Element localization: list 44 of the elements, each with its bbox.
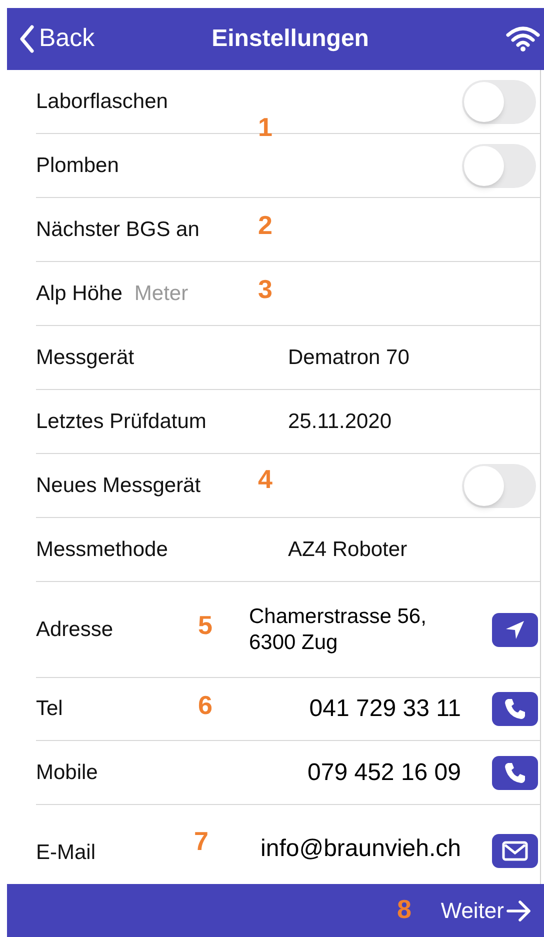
setting-label: Laborflaschen [36, 90, 168, 113]
setting-label: Alp Höhe [36, 280, 122, 307]
contact-value[interactable]: 041 729 33 11 [216, 691, 492, 727]
next-button[interactable]: Weiter [440, 894, 532, 927]
setting-label: Letztes Prüfdatum [36, 408, 208, 435]
screen-title: Einstellungen [212, 24, 369, 54]
toggle-switch[interactable] [462, 144, 536, 188]
arrow-right-icon [506, 900, 532, 922]
setting-label: Messgerät [36, 344, 136, 371]
chevron-left-icon [19, 25, 35, 53]
annotation-number: 1 [258, 114, 272, 140]
setting-label: Messmethode [36, 536, 169, 563]
annotation-number: 2 [258, 212, 272, 238]
contact-value[interactable]: Chamerstrasse 56, 6300 Zug [216, 604, 492, 656]
contact-action-button[interactable] [492, 756, 538, 790]
annotation-number: 4 [258, 466, 272, 492]
back-button[interactable]: Back [7, 20, 95, 58]
annotation-number: 5 [198, 612, 212, 638]
annotation-number: 3 [258, 276, 272, 302]
mail-icon [502, 840, 528, 860]
contact-action-button[interactable] [492, 834, 538, 868]
annotation-number: 8 [397, 896, 412, 922]
setting-value: 25.11.2020 [288, 408, 392, 435]
contact-action-button[interactable] [492, 692, 538, 726]
toggle-switch[interactable] [462, 464, 536, 508]
wifi-icon [506, 26, 540, 52]
setting-label: Nächster BGS an [36, 216, 200, 243]
location-arrow-icon [504, 618, 526, 640]
setting-label: Plomben [36, 154, 119, 177]
annotation-number: 7 [194, 828, 208, 854]
phone-icon [503, 760, 527, 784]
setting-label: Neues Messgerät [36, 474, 201, 497]
setting-value: AZ4 Roboter [288, 536, 408, 563]
setting-value: Dematron 70 [288, 344, 410, 371]
contact-action-button[interactable] [492, 612, 538, 646]
annotation-number: 6 [198, 692, 212, 718]
toggle-switch[interactable] [462, 80, 536, 124]
setting-label: Adresse [36, 618, 114, 641]
contact-value[interactable]: info@braunvieh.ch [216, 830, 492, 866]
phone-icon [503, 697, 527, 721]
setting-label: E-Mail [36, 840, 96, 864]
contact-value[interactable]: 079 452 16 09 [216, 754, 492, 790]
setting-label: Mobile [36, 760, 98, 784]
setting-label: Tel [36, 697, 63, 720]
